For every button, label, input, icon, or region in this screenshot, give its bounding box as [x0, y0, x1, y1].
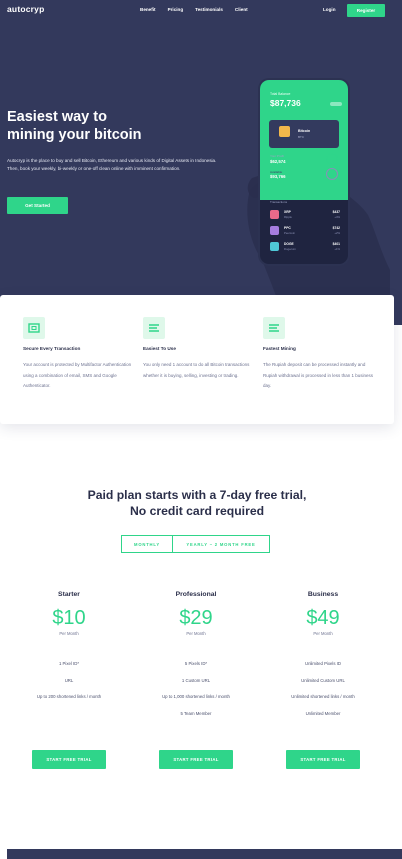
plan-feature: Unlimited shortened links / month: [291, 694, 355, 699]
plan-feature: 1 Custom URL: [181, 678, 211, 683]
coin-name: XRP: [284, 210, 291, 214]
phone-coin-card: Bitcoin BTC: [269, 120, 339, 148]
hero-title-line-2: mining your bitcoin: [7, 127, 142, 143]
nav-link-testimonials[interactable]: Testimonials: [195, 7, 223, 12]
top-nav: autocryp Benefit Pricing Testimonials Cl…: [0, 0, 402, 22]
coin-change: +2%: [334, 231, 340, 235]
coin-amount: $437: [332, 210, 340, 214]
feature-description: You only need 1 account to do all Bitcoi…: [143, 362, 250, 378]
plan-feature: 1 Pixel ID*: [58, 661, 80, 666]
plan-price: $10: [52, 607, 86, 629]
feature-title: Secure Every Transaction: [23, 346, 81, 351]
plan-price: $49: [306, 607, 340, 629]
coin-sub: Ripple: [284, 215, 292, 219]
start-free-trial-button[interactable]: START FREE TRIAL: [159, 750, 233, 769]
phone-card-sub: BTC: [298, 135, 304, 139]
phone-balance-label: Total Balance: [270, 92, 291, 96]
register-button[interactable]: Register: [347, 4, 385, 17]
feature-secure: Secure Every Transaction Your account is…: [23, 317, 135, 392]
coin-icon: [270, 226, 279, 235]
plan-feature: 5 Pixels ID*: [184, 661, 208, 666]
hero-section: autocryp Benefit Pricing Testimonials Cl…: [0, 0, 402, 325]
coin-change: +1%: [334, 247, 340, 251]
toggle-yearly[interactable]: YEARLY – 2 MONTH FREE: [173, 535, 270, 553]
feature-title: Fastest Mining: [263, 346, 296, 351]
phone-row1-label: Your Profit: [270, 154, 284, 158]
plan-professional: Professional $29 Per Month 5 Pixels ID* …: [136, 591, 256, 716]
pricing-title-line-1: Paid plan starts with a 7-day free trial…: [87, 488, 307, 502]
plan-name: Starter: [58, 591, 80, 598]
coin-sub: Peercoin: [284, 231, 296, 235]
start-free-trial-button[interactable]: START FREE TRIAL: [32, 750, 106, 769]
nav-links: Benefit Pricing Testimonials Client: [140, 7, 260, 12]
feature-description: Your account is protected by Multifactor…: [23, 362, 132, 388]
progress-ring-icon: [326, 153, 338, 165]
plan-starter: Starter $10 Per Month 1 Pixel ID* URL Up…: [9, 591, 129, 699]
plan-period: Per Month: [59, 631, 79, 636]
coin-amount: $742: [332, 226, 340, 230]
pricing-title-line-2: No credit card required: [129, 503, 265, 518]
features-card: Secure Every Transaction Your account is…: [0, 295, 394, 424]
get-started-button[interactable]: Get Started: [7, 197, 68, 214]
hero-title: Easiest way to mining your bitcoin: [7, 108, 207, 144]
phone-pill: [330, 102, 342, 106]
coin-icon: [270, 210, 279, 219]
toggle-monthly[interactable]: MONTHLY: [121, 535, 173, 553]
plan-feature: Unlimited Custom URL: [301, 678, 345, 683]
plan-feature: 5 Team Member: [180, 711, 212, 716]
feature-description: The Rupiah deposit can be processed inst…: [263, 362, 374, 388]
footer-section: [7, 849, 402, 859]
plan-price: $29: [179, 607, 213, 629]
feature-title: Easiest To Use: [143, 346, 176, 351]
plan-feature: URL: [64, 678, 74, 683]
plan-feature: Up to 200 shortened links / month: [36, 694, 102, 699]
plan-feature: Unlimited Member: [305, 711, 341, 716]
logo[interactable]: autocryp: [7, 4, 45, 14]
nav-link-pricing[interactable]: Pricing: [168, 7, 184, 12]
coin-change: +4%: [334, 215, 340, 219]
coin-icon: [270, 242, 279, 251]
hero-description: Autocryp is the place to buy and sell Bi…: [7, 158, 217, 171]
plan-name: Business: [307, 591, 339, 598]
pricing-title: Paid plan starts with a 7-day free trial…: [0, 488, 394, 519]
phone-list-item: XRP Ripple $437 +4%: [270, 210, 340, 222]
progress-ring-icon: [326, 168, 338, 180]
phone-list-header: Transactions: [270, 200, 288, 204]
coin-amount: $401: [332, 242, 340, 246]
phone-list-item: DOGE Dogecoin $401 +1%: [270, 242, 340, 254]
coin-name: DOGE: [284, 242, 294, 246]
coin-sub: Dogecoin: [284, 247, 296, 251]
login-link[interactable]: Login: [323, 7, 336, 12]
wallet-icon: [23, 317, 45, 339]
phone-mockup: Total Balance $87,736 Bitcoin BTC Your P…: [258, 78, 350, 266]
hero-title-line-1: Easiest way to: [7, 109, 107, 125]
feature-fastest: Fastest Mining The Rupiah deposit can be…: [263, 317, 375, 392]
plan-business: Business $49 Per Month Unlimited Pixels …: [263, 591, 383, 716]
bitcoin-icon: [279, 126, 290, 137]
lines-icon: [143, 317, 165, 339]
start-free-trial-button[interactable]: START FREE TRIAL: [286, 750, 360, 769]
coin-name: PPC: [284, 226, 291, 230]
plan-period: Per Month: [186, 631, 206, 636]
plan-feature: Unlimited Pixels ID: [304, 661, 342, 666]
nav-link-client[interactable]: Client: [235, 7, 248, 12]
lines-icon: [263, 317, 285, 339]
phone-row2-value: $93,766: [270, 174, 286, 179]
plan-name: Professional: [175, 591, 217, 598]
phone-card-title: Bitcoin: [298, 129, 311, 133]
nav-link-benefit[interactable]: Benefit: [140, 7, 156, 12]
phone-balance: $87,736: [270, 98, 301, 108]
phone-row1-value: $62,574: [270, 159, 286, 164]
feature-easiest: Easiest To Use You only need 1 account t…: [143, 317, 255, 381]
phone-list-item: PPC Peercoin $742 +2%: [270, 226, 340, 238]
plan-period: Per Month: [313, 631, 333, 636]
plan-feature: Up to 1,000 shortened links / month: [162, 694, 230, 699]
billing-toggle: MONTHLY YEARLY – 2 MONTH FREE: [121, 535, 270, 553]
